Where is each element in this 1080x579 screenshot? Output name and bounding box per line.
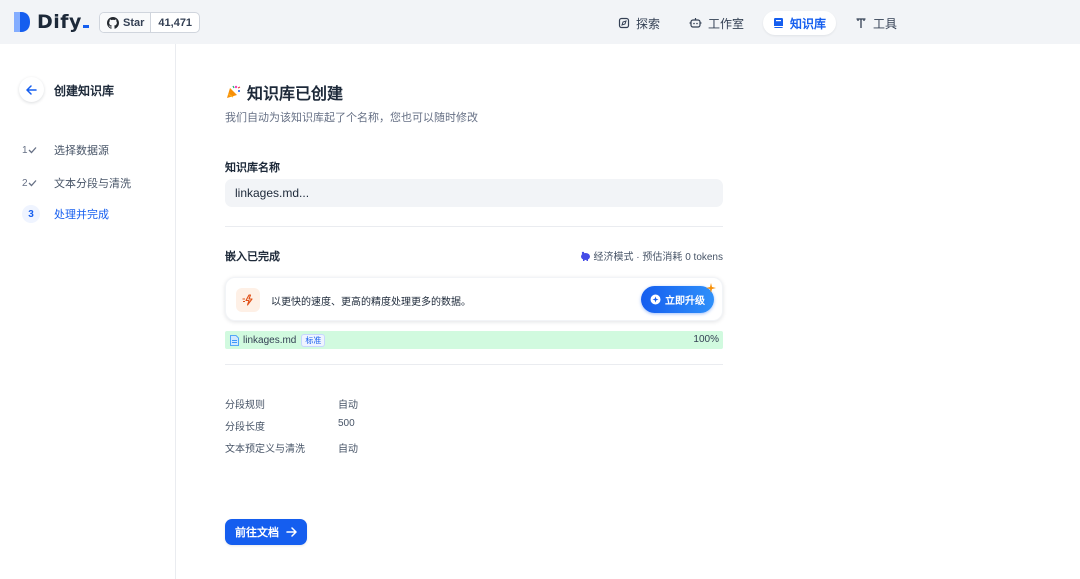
markdown-file-icon (230, 334, 239, 346)
nav-explore[interactable]: 探索 (608, 11, 670, 35)
rule-key: 文本预定义与清洗 (225, 444, 305, 455)
piggy-bank-icon (580, 251, 590, 261)
step-segment-clean: 2 文本分段与清洗 (22, 174, 131, 192)
step-select-source: 1 选择数据源 (22, 141, 109, 159)
step-number: 1 (22, 141, 42, 159)
page-title-text: 知识库已创建 (247, 86, 344, 103)
dify-logo-icon (14, 12, 30, 32)
upgrade-text: 以更快的速度、更高的精度处理更多的数据。 (271, 297, 471, 308)
sparkle-circle-icon (650, 294, 661, 305)
divider (225, 364, 723, 365)
rule-key: 分段规则 (225, 400, 265, 411)
party-popper-icon (227, 85, 241, 98)
sparkle-icon (706, 283, 716, 293)
logo-text: Dify (37, 11, 89, 33)
zap-fast-icon (236, 288, 260, 312)
nav-studio-label: 工作室 (708, 16, 745, 31)
step-process-finish: 3 处理并完成 (22, 205, 109, 223)
rule-key: 分段长度 (225, 422, 265, 433)
kb-name-label: 知识库名称 (225, 162, 280, 174)
file-name: linkages.md (243, 334, 297, 346)
page-subtitle: 我们自动为该知识库起了个名称，您也可以随时修改 (225, 112, 478, 124)
sidebar-title: 创建知识库 (54, 84, 115, 98)
file-progress-row: linkages.md 标准 100% (225, 331, 723, 349)
upgrade-button[interactable]: 立即升级 (641, 286, 714, 313)
tool-icon (856, 18, 866, 28)
embed-status-title: 嵌入已完成 (225, 251, 280, 263)
main-nav: 探索 工作室 知识库 工具 (608, 11, 916, 35)
rule-value: 自动 (338, 400, 358, 411)
nav-tools[interactable]: 工具 (845, 11, 907, 35)
dify-logo[interactable]: Dify (13, 11, 89, 33)
nav-studio[interactable]: 工作室 (679, 11, 754, 35)
upgrade-button-label: 立即升级 (665, 296, 705, 307)
robot-icon (689, 18, 702, 28)
arrow-right-icon (286, 527, 297, 537)
kb-name-input[interactable] (225, 179, 723, 207)
page-title: 知识库已创建 (225, 80, 343, 104)
go-to-documents-label: 前往文档 (235, 527, 279, 539)
check-icon (28, 180, 37, 187)
divider (225, 226, 723, 227)
github-star-label: Star (123, 16, 145, 29)
check-icon (28, 147, 37, 154)
rule-value: 500 (338, 418, 355, 429)
arrow-left-icon (26, 84, 37, 95)
github-icon (107, 16, 119, 29)
step-label: 处理并完成 (54, 209, 109, 221)
nav-tools-label: 工具 (873, 16, 898, 31)
back-button[interactable] (19, 77, 44, 102)
top-header: Dify Star 41,471 探索 工作室 知识库 工具 (0, 0, 1080, 44)
upgrade-banner: 以更快的速度、更高的精度处理更多的数据。 立即升级 (225, 277, 723, 321)
explore-icon (618, 17, 630, 29)
step-number: 2 (22, 174, 42, 192)
step-label: 文本分段与清洗 (54, 178, 131, 190)
file-mode-badge: 标准 (301, 333, 326, 347)
step-number: 3 (22, 205, 40, 223)
book-icon (774, 18, 784, 28)
github-star-widget[interactable]: Star 41,471 (99, 12, 201, 33)
rule-value: 自动 (338, 444, 358, 455)
nav-explore-label: 探索 (636, 16, 661, 31)
embed-mode-text: 经济模式 · 预估消耗 0 tokens (593, 252, 723, 263)
github-star-count[interactable]: 41,471 (151, 17, 199, 29)
file-progress-percent: 100% (693, 334, 719, 345)
nav-knowledge[interactable]: 知识库 (763, 11, 837, 35)
github-star-button[interactable]: Star (100, 13, 152, 32)
go-to-documents-button[interactable]: 前往文档 (225, 519, 307, 545)
step-label: 选择数据源 (54, 145, 109, 157)
nav-knowledge-label: 知识库 (790, 16, 827, 31)
embed-mode-info: 经济模式 · 预估消耗 0 tokens (580, 248, 723, 263)
steps-sidebar: 创建知识库 1 选择数据源 2 文本分段与清洗 3 处理并完成 (0, 44, 176, 579)
